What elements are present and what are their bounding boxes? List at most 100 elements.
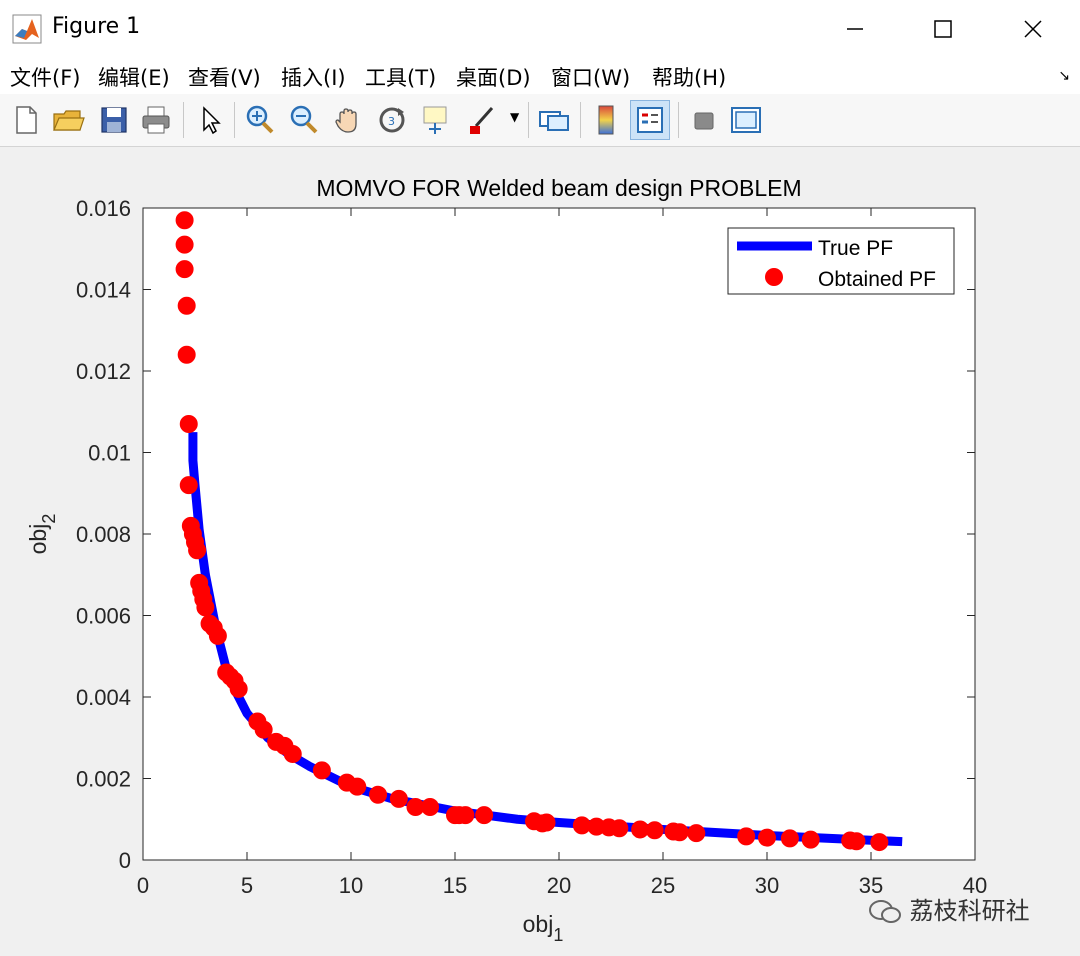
minimize-icon	[847, 28, 863, 30]
link-icon[interactable]	[536, 102, 572, 138]
open-icon[interactable]	[50, 102, 86, 138]
hide-plot-icon[interactable]	[686, 102, 722, 138]
y-axis-label: obj2	[25, 514, 59, 555]
obtained-pf-point	[196, 598, 215, 617]
legend-obtained-pf-label: Obtained PF	[818, 268, 936, 291]
menu-desktop[interactable]: 桌面(D)	[456, 62, 531, 92]
obtained-pf-point	[177, 345, 196, 364]
menu-edit[interactable]: 编辑(E)	[98, 62, 170, 92]
close-icon	[1024, 20, 1042, 38]
obtained-pf-point	[312, 761, 331, 780]
y-tick-label: 0.014	[76, 278, 131, 303]
obtained-pf-point	[179, 414, 198, 433]
y-tick-label: 0.012	[76, 359, 131, 384]
y-tick-label: 0.002	[76, 767, 131, 792]
obtained-pf-point	[537, 813, 556, 832]
obtained-pf-point	[208, 626, 227, 645]
menu-help[interactable]: 帮助(H)	[652, 62, 726, 92]
save-icon[interactable]	[96, 102, 132, 138]
print-icon[interactable]	[138, 102, 174, 138]
y-tick-label: 0.016	[76, 196, 131, 221]
title-bar: Figure 1	[0, 0, 1080, 58]
x-tick-label: 15	[443, 873, 467, 898]
zoom-out-icon[interactable]	[286, 102, 322, 138]
obtained-pf-point	[175, 211, 194, 230]
obtained-pf-point	[389, 789, 408, 808]
obtained-pf-point	[175, 235, 194, 254]
watermark-text: 荔枝科研社	[909, 897, 1030, 925]
data-cursor-icon[interactable]	[418, 102, 454, 138]
plot-svg[interactable]: 0 5 10 15 20 25 30 35 40 00.0020.0040.0060.0080.…	[0, 147, 1080, 956]
x-tick-label: 0	[137, 873, 149, 898]
toolbar-separator	[528, 102, 529, 138]
toolbar-separator	[678, 102, 679, 138]
obtained-pf-point	[870, 833, 889, 852]
obtained-pf-point	[421, 798, 440, 817]
obtained-pf-point	[801, 830, 820, 849]
legend-button[interactable]	[630, 100, 670, 140]
y-tick-label: 0.01	[88, 441, 131, 466]
rotate-icon[interactable]: 3	[374, 102, 410, 138]
x-tick-label: 25	[651, 873, 675, 898]
pointer-icon[interactable]	[192, 102, 228, 138]
plot-tools-icon[interactable]	[728, 102, 764, 138]
brush-icon[interactable]	[464, 102, 500, 138]
pan-icon[interactable]	[330, 102, 366, 138]
menu-insert[interactable]: 插入(I)	[281, 62, 346, 92]
x-axis-label: obj1	[523, 911, 564, 945]
zoom-in-icon[interactable]	[242, 102, 278, 138]
legend-true-pf-label: True PF	[818, 237, 893, 260]
y-tick-label: 0	[119, 848, 131, 873]
y-tick-label: 0.004	[76, 685, 131, 710]
menu-file[interactable]: 文件(F)	[10, 62, 80, 92]
minimize-button[interactable]	[810, 0, 900, 58]
menu-window[interactable]: 窗口(W)	[551, 62, 630, 92]
chart-title: MOMVO FOR Welded beam design PROBLEM	[316, 175, 801, 201]
obtained-pf-point	[670, 823, 689, 842]
colorbar-icon[interactable]	[588, 102, 624, 138]
obtained-pf-point	[847, 832, 866, 851]
axes-background	[143, 208, 975, 860]
y-axis-label-main: obj	[25, 524, 51, 555]
x-axis-label-main: obj	[523, 911, 554, 937]
svg-text:3: 3	[388, 115, 395, 128]
obtained-pf-point	[179, 476, 198, 495]
obtained-pf-point	[475, 806, 494, 825]
obtained-pf-point	[283, 745, 302, 764]
matlab-icon	[12, 14, 42, 44]
obtained-pf-point	[229, 679, 248, 698]
obtained-pf-point	[175, 260, 194, 279]
brush-dropdown-icon[interactable]: ▼	[510, 110, 519, 124]
menu-overflow-icon[interactable]: ↘	[1058, 68, 1070, 84]
menu-tools[interactable]: 工具(T)	[365, 62, 436, 92]
obtained-pf-point	[188, 541, 207, 560]
wechat-icon	[869, 900, 901, 923]
new-icon[interactable]	[8, 102, 44, 138]
window-title: Figure 1	[52, 14, 141, 39]
toolbar-separator	[234, 102, 235, 138]
obtained-pf-point	[610, 819, 629, 838]
x-tick-label: 10	[339, 873, 363, 898]
obtained-pf-point	[369, 785, 388, 804]
legend[interactable]: True PF Obtained PF	[727, 227, 955, 295]
y-tick-label: 0.006	[76, 604, 131, 629]
legend-icon	[637, 107, 663, 133]
maximize-button[interactable]	[898, 0, 988, 58]
obtained-pf-point	[572, 816, 591, 835]
obtained-pf-point	[177, 296, 196, 315]
close-button[interactable]	[988, 0, 1078, 58]
obtained-pf-point	[737, 827, 756, 846]
obtained-pf-point	[645, 821, 664, 840]
obtained-pf-point	[758, 828, 776, 847]
obtained-pf-point	[687, 824, 706, 843]
x-tick-label: 30	[755, 873, 779, 898]
menu-view[interactable]: 查看(V)	[188, 62, 261, 92]
figure-toolbar: 3 ▼	[0, 94, 1080, 147]
toolbar-separator	[183, 102, 184, 138]
x-tick-label: 20	[547, 873, 571, 898]
menu-bar: 文件(F) 编辑(E) 查看(V) 插入(I) 工具(T) 桌面(D) 窗口(W…	[0, 58, 1080, 94]
x-axis-label-sub: 1	[553, 925, 563, 945]
x-tick-label: 5	[241, 873, 253, 898]
y-axis-label-sub: 2	[39, 514, 59, 524]
legend-obtained-pf-swatch	[765, 268, 783, 286]
